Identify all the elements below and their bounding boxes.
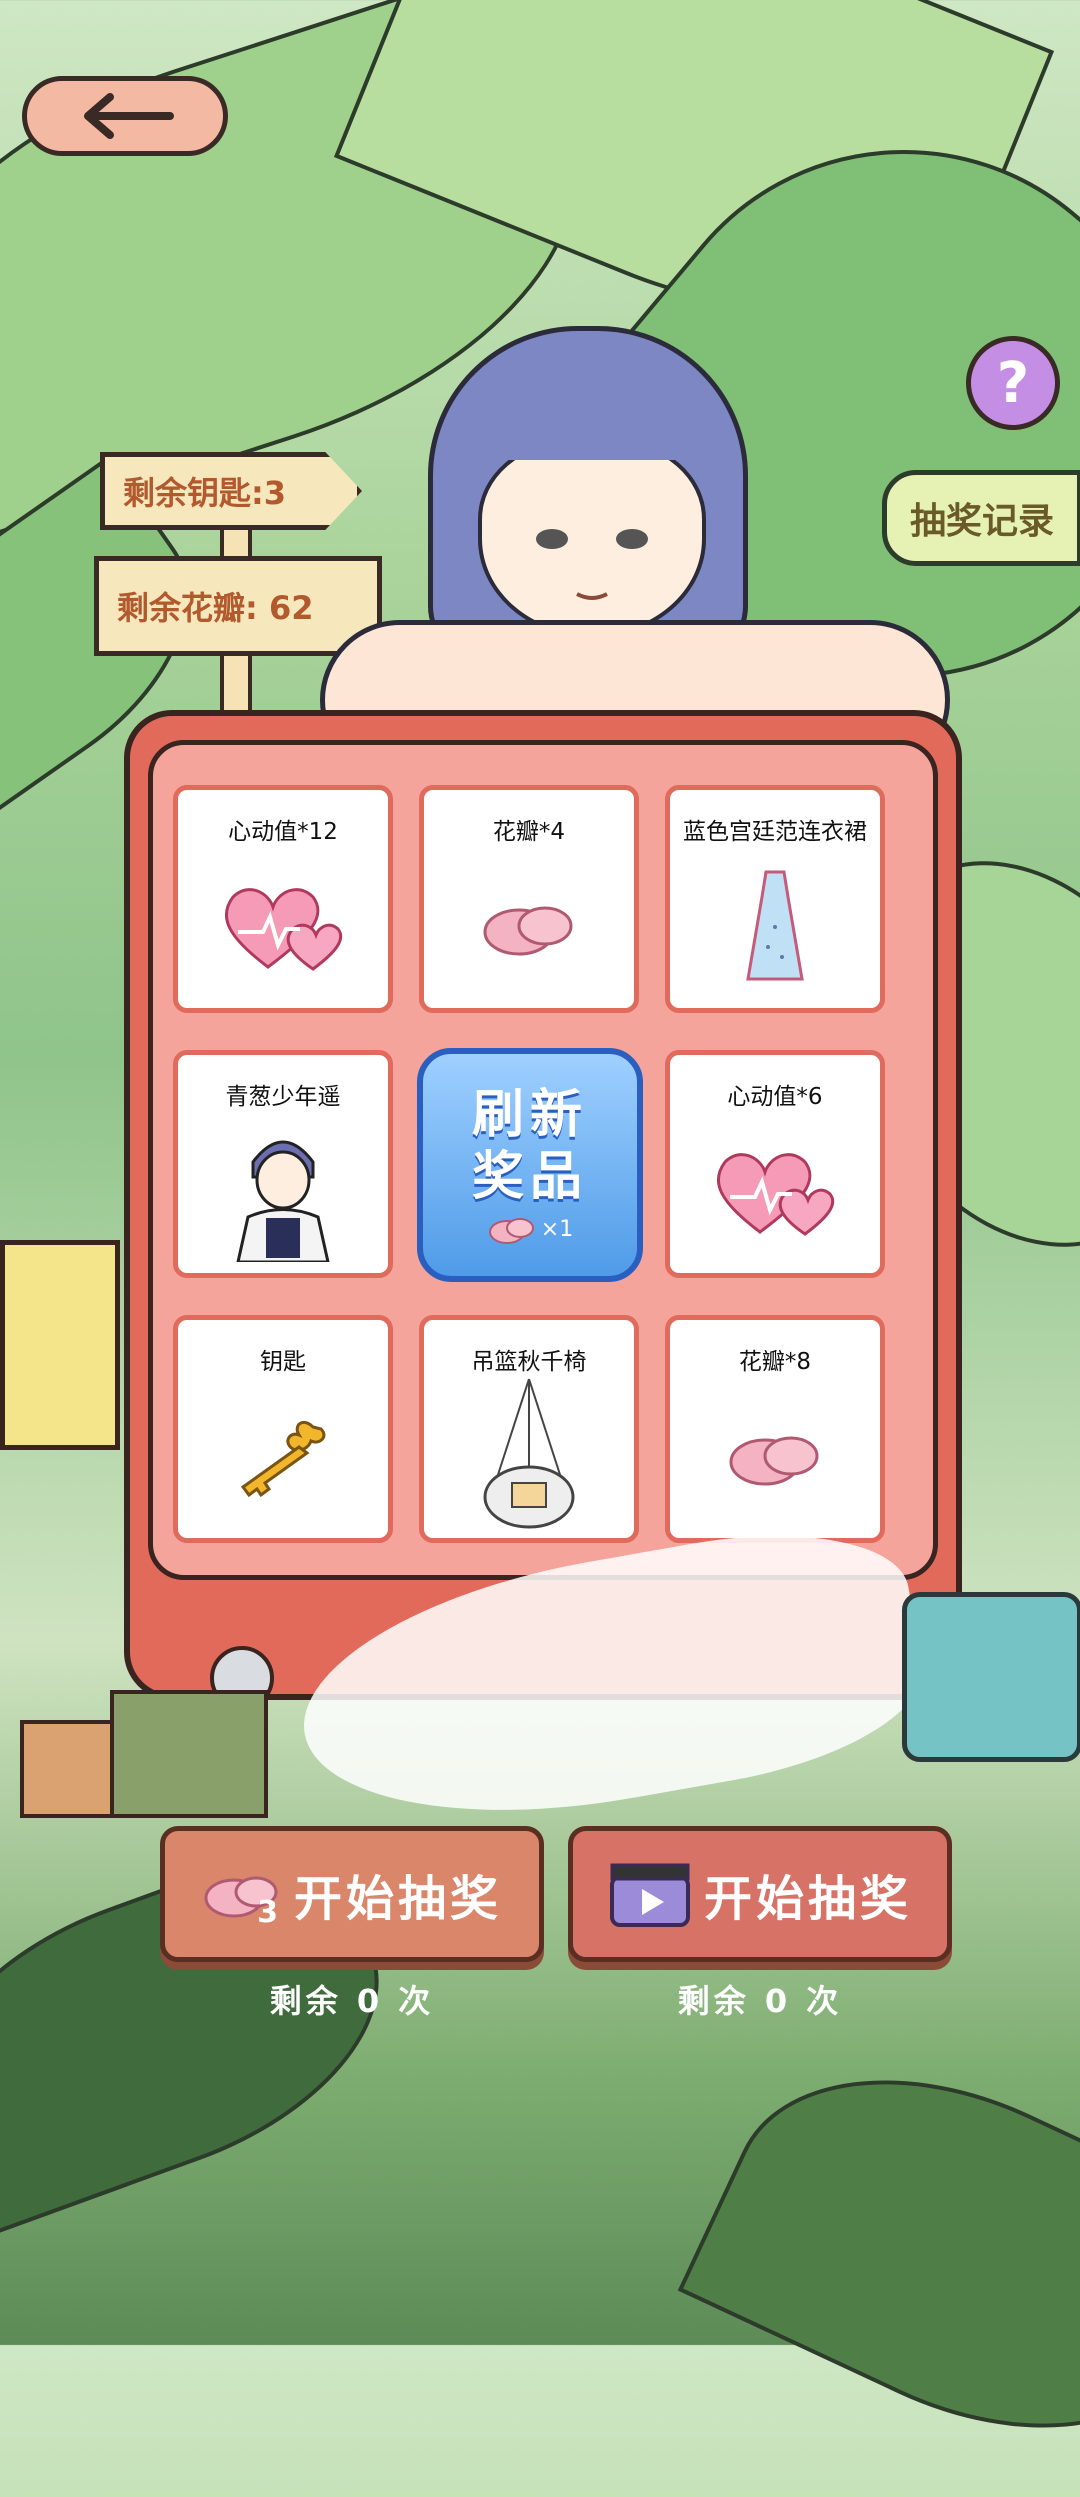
petal-icon xyxy=(488,1218,534,1244)
prize-label: 钥匙 xyxy=(260,1349,306,1375)
prize-cell: 蓝色宫廷范连衣裙 xyxy=(665,785,885,1013)
arrow-left-icon xyxy=(84,93,174,139)
refresh-prizes-button[interactable]: 刷新 奖品 ×1 xyxy=(417,1048,643,1282)
petal-icon xyxy=(725,1376,825,1538)
help-button[interactable]: ? xyxy=(966,336,1060,430)
boy-avatar-icon xyxy=(228,1111,338,1273)
lamp-decoration xyxy=(0,1240,120,1450)
petal-draw-label: 开始抽奖 xyxy=(293,1871,502,1927)
leaf-decoration xyxy=(677,2011,1080,2497)
prize-label: 吊篮秋千椅 xyxy=(471,1349,587,1375)
video-clapper-icon xyxy=(609,1863,690,1927)
remaining-petals-sign: 剩余花瓣: 62 xyxy=(94,556,382,656)
prize-cell: 花瓣*8 xyxy=(665,1315,885,1543)
draw-record-button[interactable]: 抽奖记录 xyxy=(882,470,1080,566)
prize-label: 花瓣*4 xyxy=(492,819,566,845)
heart-icon xyxy=(710,1111,840,1273)
prize-cell: 花瓣*4 xyxy=(419,785,639,1013)
prize-label: 心动值*6 xyxy=(727,1084,823,1110)
video-draw-label: 开始抽奖 xyxy=(703,1871,912,1927)
prize-label: 花瓣*8 xyxy=(738,1349,812,1375)
prize-cell: 心动值*12 xyxy=(173,785,393,1013)
refresh-text-line2: 奖品 xyxy=(471,1147,588,1207)
back-button[interactable] xyxy=(22,76,228,156)
refresh-cost: ×1 xyxy=(487,1212,573,1246)
refresh-cost-text: ×1 xyxy=(540,1216,574,1242)
petal-cost: 3 xyxy=(202,1864,282,1930)
girl-face-features xyxy=(536,529,648,600)
remaining-keys-text: 剩余钥匙:3 xyxy=(123,474,287,512)
remaining-petals-text: 剩余花瓣: 62 xyxy=(117,589,314,627)
prize-grid-panel: 心动值*12 花瓣*4 蓝色宫廷范连衣裙 青葱少年遥 刷新 奖品 ×1 心动值*… xyxy=(148,740,938,1580)
radio-decoration xyxy=(902,1592,1080,1762)
prize-label: 蓝色宫廷范连衣裙 xyxy=(683,819,867,845)
video-draw-remaining: 剩余 0 次 xyxy=(677,1982,843,2020)
prize-cell: 青葱少年遥 xyxy=(173,1050,393,1278)
heart-icon xyxy=(218,846,348,1008)
swing-chair-icon xyxy=(474,1376,584,1538)
prize-cell: 钥匙 xyxy=(173,1315,393,1543)
prize-label: 心动值*12 xyxy=(228,819,338,845)
prize-cell: 吊篮秋千椅 xyxy=(419,1315,639,1543)
crate-decoration xyxy=(110,1690,268,1818)
draw-record-label: 抽奖记录 xyxy=(909,501,1054,542)
girl-bangs xyxy=(446,350,716,460)
petal-icon xyxy=(479,846,579,1008)
petal-draw-remaining: 剩余 0 次 xyxy=(269,1982,435,2020)
dress-icon xyxy=(740,846,810,1008)
petal-cost-text: 3 xyxy=(257,1895,282,1930)
refresh-text-line1: 刷新 xyxy=(471,1085,588,1145)
video-draw-button[interactable]: 开始抽奖 xyxy=(568,1826,952,1962)
remaining-keys-sign: 剩余钥匙:3 xyxy=(100,452,362,530)
prize-label: 青葱少年遥 xyxy=(225,1084,341,1110)
girl-face xyxy=(478,440,706,638)
petal-draw-button[interactable]: 3 开始抽奖 xyxy=(160,1826,544,1962)
prize-cell: 心动值*6 xyxy=(665,1050,885,1278)
key-icon xyxy=(223,1376,343,1538)
question-icon: ? xyxy=(996,350,1030,416)
